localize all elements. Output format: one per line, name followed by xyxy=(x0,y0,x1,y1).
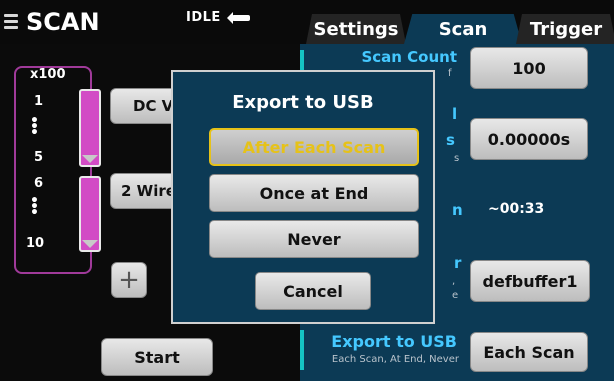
channel-end-number: 5 xyxy=(34,150,44,165)
scan-count-label: Scan Count xyxy=(361,48,457,66)
channel-end-number: 10 xyxy=(26,236,45,251)
start-button[interactable]: Start xyxy=(101,338,213,376)
interval-button[interactable]: 0.00000s xyxy=(470,118,588,160)
chevron-down-icon xyxy=(82,240,98,248)
chevron-down-icon xyxy=(82,155,98,163)
interval-sub: s xyxy=(454,153,460,164)
scan-multiplier: x100 xyxy=(30,67,66,82)
option-never[interactable]: Never xyxy=(209,220,419,258)
section-accent xyxy=(300,330,304,370)
buffer-sub-2: e xyxy=(452,290,459,301)
channel-group-slot[interactable] xyxy=(79,89,101,167)
buffer-sub: , xyxy=(452,276,456,287)
page-title: SCAN xyxy=(26,8,100,36)
scan-count-sub: f xyxy=(448,68,452,79)
channel-start-number: 1 xyxy=(34,94,44,109)
duration-label: n xyxy=(452,201,463,219)
more-channels-icon: • • • xyxy=(30,193,39,221)
channel-start-number: 6 xyxy=(34,176,44,191)
duration-value: ~00:33 xyxy=(488,201,545,217)
export-sub: Each Scan, At End, Never xyxy=(331,354,459,365)
tab-settings[interactable]: Settings xyxy=(306,14,406,44)
arrow-left-icon xyxy=(227,12,250,24)
channel-group-slot[interactable] xyxy=(79,176,101,252)
option-once-at-end[interactable]: Once at End xyxy=(209,174,419,212)
scan-count-button[interactable]: 100 xyxy=(470,47,588,89)
interval-label: l xyxy=(452,105,458,123)
export-label: Export to USB xyxy=(331,332,457,351)
dialog-title: Export to USB xyxy=(232,92,374,113)
buffer-button[interactable]: defbuffer1 xyxy=(470,260,590,302)
more-channels-icon: • • • xyxy=(30,113,39,141)
interval-label-2: s xyxy=(446,131,455,149)
export-dialog: Export to USB After Each Scan Once at En… xyxy=(171,70,435,324)
cancel-button[interactable]: Cancel xyxy=(255,272,371,310)
export-button[interactable]: Each Scan xyxy=(470,332,588,372)
tab-scan[interactable]: Scan xyxy=(404,14,522,44)
buffer-label: r xyxy=(454,254,462,272)
tab-trigger[interactable]: Trigger xyxy=(516,14,614,44)
add-channel-button[interactable]: + xyxy=(111,262,147,298)
menu-icon[interactable] xyxy=(4,14,18,32)
option-after-each-scan[interactable]: After Each Scan xyxy=(209,128,419,166)
status-text: IDLE xyxy=(186,10,221,25)
